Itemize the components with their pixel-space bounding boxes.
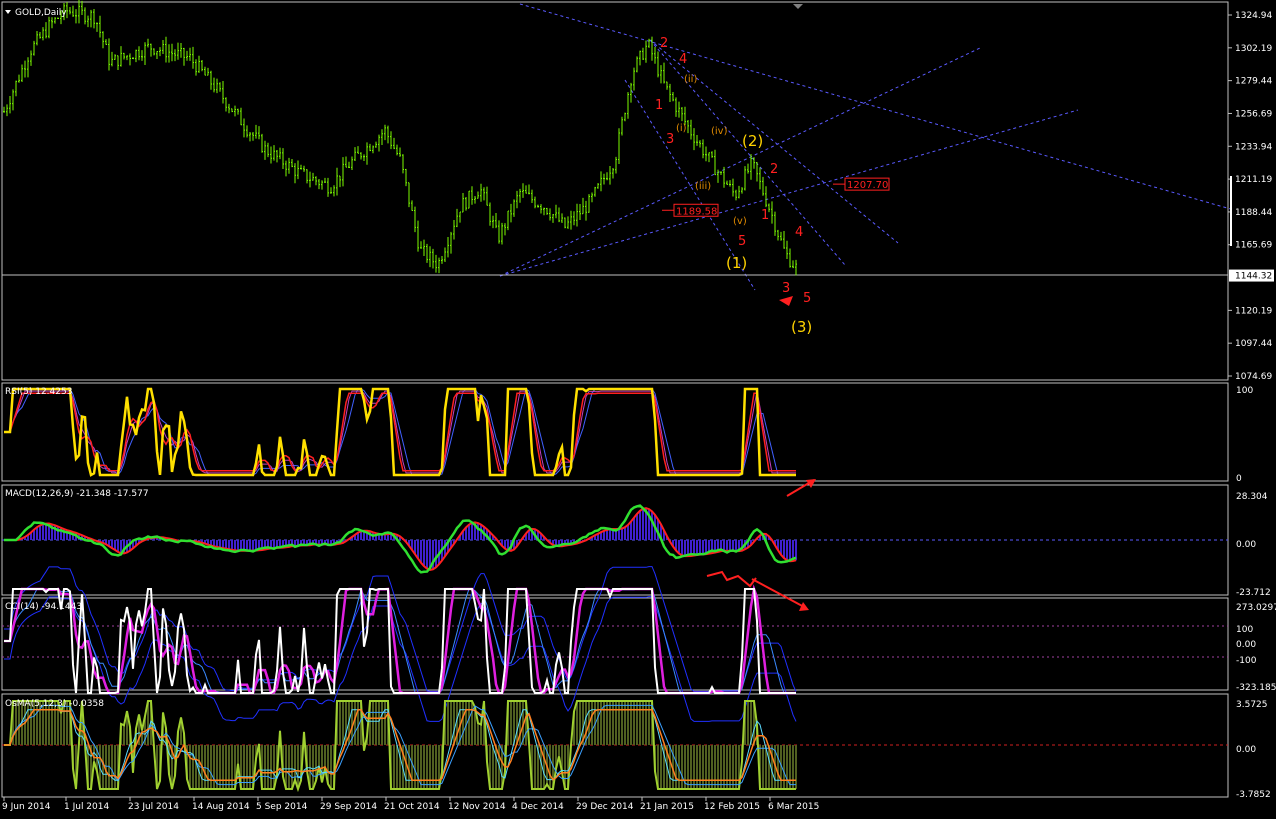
macd-panel[interactable]: 28.304 0.00 -23.712 [2,492,1271,598]
price-axis-label: 1256.69 [1235,109,1272,119]
wave-labels: 2413124535(ii)(i) (iv)(iii)(v)(2)(1)(3) [655,36,812,336]
cci-label: CCI(14) -94.1443 [5,602,82,612]
wave-label-orange: (iii) [695,181,711,192]
osma-level-label: 0.00 [1236,745,1256,755]
time-axis-label: 12 Nov 2014 [448,802,506,812]
wave-label-yellow: (2) [742,132,763,150]
time-axis-label: 21 Oct 2014 [384,802,440,812]
panel-frames [1,1,1229,798]
wave-label-orange: (iv) [711,126,728,137]
trendline [499,109,1079,277]
time-axis-label: 23 Jul 2014 [128,802,179,812]
rsi-label: RSI(5) 12.4253 [5,387,72,397]
macd-level-label: -23.712 [1236,588,1271,598]
price-axis-label: 1097.44 [1235,339,1272,349]
wave-label-orange: (i) [676,123,687,134]
wave-label-orange: (v) [733,216,747,227]
wave-label-red: 5 [803,291,811,306]
wave-label-yellow: (1) [726,254,747,272]
symbol-label: GOLD,Daily [15,8,67,18]
time-axis-label: 14 Aug 2014 [192,802,250,812]
cci-band-upper [4,566,797,692]
time-axis-label: 29 Dec 2014 [576,802,634,812]
macd-level-label: 0.00 [1236,540,1256,550]
chart-menu-icon[interactable] [5,10,11,14]
rsi-level-label: 100 [1236,386,1253,396]
chart-canvas[interactable]: 2413124535(ii)(i) (iv)(iii)(v)(2)(1)(3) 1… [0,0,1276,815]
price-axis-label: 1165.69 [1235,241,1272,251]
osma-label: OsMA(5,12,3) -0.0358 [5,699,104,709]
cci-level-label: 0.00 [1236,640,1256,650]
price-axis-label: 1279.44 [1235,77,1272,87]
wave-label-red: 1 [655,98,663,113]
chart-window[interactable]: 2 4 1 3 1 2 4 5 3 5 (ii) (i) (iv) (iii) (v) (2) (1) (3) 1… [0,0,1276,815]
wave-label-red: 5 [738,234,746,249]
price-axis-label: 1211.19 [1235,175,1272,185]
cci-level-label: 100 [1236,625,1253,635]
trendlines[interactable] [499,3,1235,291]
price-axis-label: 1120.19 [1235,306,1272,316]
time-axis-label: 6 Mar 2015 [768,802,819,812]
wave-label-red: 2 [770,162,778,177]
rsi-panel[interactable]: 100 0 [4,386,1253,484]
price-bars [3,0,797,276]
time-axis-label: 1 Jul 2014 [64,802,109,812]
wave-label-yellow: (3) [791,318,812,336]
time-axis: 9 Jun 2014 1 Jul 2014 23 Jul 2014 14 Aug 20… [2,797,819,812]
cci-level-label: 273.0297 [1236,603,1276,613]
chart-shift-marker[interactable] [793,4,803,9]
osma-panel[interactable]: 3.5725 0.00 -3.7852 [2,700,1271,800]
price-axis-label: 1188.44 [1235,208,1272,218]
cci-level-label: -100 [1236,656,1257,666]
panel-titles: GOLD,Daily RSI(5) 12.4253 MACD(12,26,9) … [5,8,149,709]
trendline [649,39,846,266]
time-axis-label: 9 Jun 2014 [2,802,51,812]
wave-label-orange: (ii) [684,74,697,85]
level-value: 1189.58 [676,206,717,217]
wave-label-red: 3 [782,281,790,296]
rsi-level-label: 0 [1236,474,1242,484]
wave-label-red: 4 [679,52,687,67]
price-axis-label: 1074.69 [1235,372,1272,382]
price-axis-label: 1324.94 [1235,11,1272,21]
level-value: 1207.70 [847,180,888,191]
time-axis-label: 12 Feb 2015 [704,802,760,812]
price-panel-frame [1,1,1229,381]
price-panel[interactable]: 2413124535(ii)(i) (iv)(iii)(v)(2)(1)(3) 1… [2,0,1235,336]
osma-level-label: 3.5725 [1236,700,1268,710]
cci-level-label: -323.1851 [1236,683,1276,693]
current-price-label: 1144.32 [1235,272,1272,282]
macd-label: MACD(12,26,9) -21.348 -17.577 [5,489,149,499]
cci-signal-line [4,584,796,695]
time-axis-label: 4 Dec 2014 [512,802,564,812]
price-axis-label: 1233.94 [1235,142,1272,152]
cci-smooth-line [4,588,796,694]
macd-level-label: 28.304 [1236,492,1268,502]
wave-label-red: 2 [660,36,668,51]
time-axis-label: 5 Sep 2014 [256,802,308,812]
price-axis: 1324.94 1302.19 1279.44 1256.69 1233.94 1211.… [1228,11,1274,382]
price-axis-label: 1302.19 [1235,44,1272,54]
osma-level-label: -3.7852 [1236,790,1271,800]
wave-label-red: 1 [761,208,769,223]
time-axis-label: 21 Jan 2015 [640,802,694,812]
wave-arrow-icon [779,296,793,306]
cci-panel[interactable]: 273.0297 100 0.00 -100 -323.1851 [2,566,1276,722]
wave-label-red: 3 [666,132,674,147]
wave-label-red: 4 [795,225,803,240]
time-axis-label: 29 Sep 2014 [320,802,377,812]
cci-line [4,588,796,694]
